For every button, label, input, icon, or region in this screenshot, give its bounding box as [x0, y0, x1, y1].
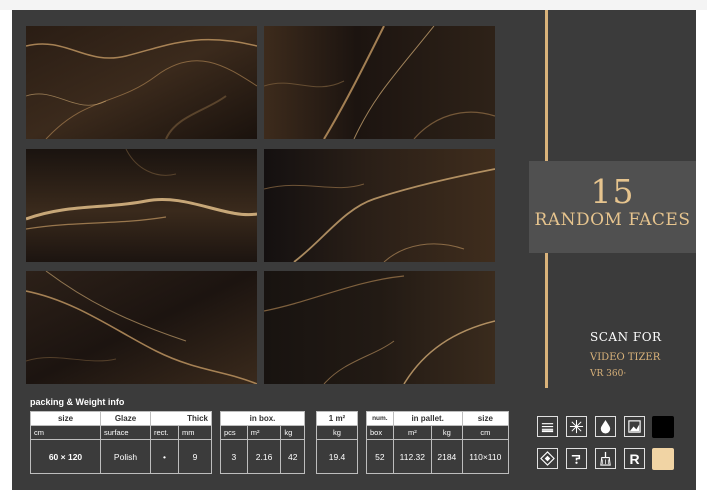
- glaze-value: Polish: [100, 439, 151, 474]
- snowflake-icon: [566, 416, 587, 437]
- color-swatch-black: [652, 416, 674, 438]
- scan-vr360: VR 360·: [590, 369, 627, 379]
- rect-unit: rect.: [150, 425, 179, 440]
- marble-tile-6: [264, 271, 495, 384]
- box-pcs-unit: pcs: [220, 425, 248, 440]
- glaze-header: Glaze: [100, 411, 151, 426]
- pallet-m2-value: 112.32: [392, 439, 433, 474]
- marble-tile-5: [26, 271, 257, 384]
- box-m2-unit: m²: [246, 425, 282, 440]
- pallet-num-header: num.: [366, 411, 394, 426]
- pallet-box-value: 52: [366, 439, 394, 474]
- water-drop-icon: [595, 416, 616, 437]
- gold-divider-bottom: [545, 253, 548, 388]
- pallet-header: in pallet.: [392, 411, 463, 426]
- image-icon: [624, 416, 645, 437]
- marble-tile-4: [264, 149, 495, 262]
- thick-unit: mm: [178, 425, 212, 440]
- pallet-cm-unit: cm: [461, 425, 510, 440]
- marble-tile-2: [264, 26, 495, 139]
- size-header: size: [30, 411, 101, 426]
- rect-value: •: [150, 439, 179, 474]
- diamond-icon: [537, 448, 558, 469]
- pallet-kg-value: 2184: [431, 439, 463, 474]
- scan-video-tizer: VIDEO TIZER: [590, 352, 661, 363]
- thick-value: 9: [178, 439, 212, 474]
- r-icon: R: [624, 448, 645, 469]
- layers-icon: [537, 416, 558, 437]
- r-icon-letter: R: [629, 450, 640, 467]
- pallet-size-header: size: [461, 411, 510, 426]
- size-table: size Glaze Thick cm surface rect. mm 60 …: [30, 411, 212, 474]
- color-swatch-beige: [652, 448, 674, 470]
- m2-kg-unit: kg: [316, 425, 358, 440]
- box-table: in box. pcs m² kg 3 2.16 42: [220, 411, 305, 474]
- pallet-kg-unit: kg: [431, 425, 463, 440]
- box-pcs-value: 3: [220, 439, 248, 474]
- box-kg-value: 42: [280, 439, 305, 474]
- m2-header: 1 m²: [316, 411, 358, 426]
- pallet-box-unit: box: [366, 425, 394, 440]
- gold-divider-top: [545, 10, 548, 161]
- faces-count: 15: [590, 172, 635, 211]
- scan-title: SCAN FOR: [590, 330, 662, 344]
- m2-table: 1 m² kg 19.4: [316, 411, 358, 474]
- marble-tile-3: [26, 149, 257, 262]
- pallet-table: num. in pallet. size box m² kg cm 52 112…: [366, 411, 510, 474]
- pallet-cm-value: 110×110: [461, 439, 510, 474]
- thick-header: Thick: [150, 411, 212, 426]
- packing-title: packing & Weight info: [30, 397, 125, 407]
- m2-kg-value: 19.4: [316, 439, 358, 474]
- pallet-m2-unit: m²: [392, 425, 433, 440]
- top-strip: [0, 0, 707, 10]
- marble-tile-1: [26, 26, 257, 139]
- glaze-unit: surface: [100, 425, 151, 440]
- random-faces-panel: 15 RANDOM FACES: [529, 161, 696, 253]
- faces-label: RANDOM FACES: [534, 210, 691, 230]
- box-kg-unit: kg: [280, 425, 305, 440]
- size-unit: cm: [30, 425, 101, 440]
- box-header: in box.: [220, 411, 305, 426]
- box-m2-value: 2.16: [246, 439, 282, 474]
- faucet-icon: [566, 448, 587, 469]
- size-value: 60 × 120: [30, 439, 101, 474]
- brush-icon: [595, 448, 616, 469]
